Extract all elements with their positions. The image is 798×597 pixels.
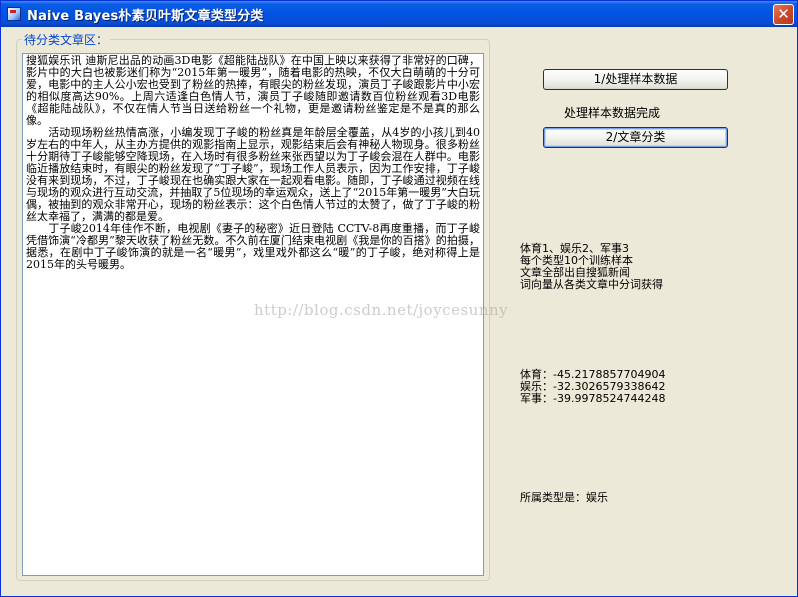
score-line-military: 军事：-39.9978524744248	[520, 392, 666, 405]
window-title: Naive Bayes朴素贝叶斯文章类型分类	[27, 9, 264, 24]
result-label: 所属类型是：娱乐	[520, 491, 608, 504]
scores-label: 体育：-45.2178857704904 娱乐：-32.302657933864…	[520, 369, 665, 405]
article-paragraph: 活动现场粉丝热情高涨，小编发现丁子峻的粉丝真是年龄层全覆盖，从4岁的小孩儿到40…	[26, 126, 480, 223]
close-button[interactable]: ✕	[773, 4, 794, 25]
title-bar[interactable]: Naive Bayes朴素贝叶斯文章类型分类 ✕	[1, 1, 797, 27]
info-line: 词向量从各类文章中分词获得	[520, 278, 663, 291]
article-paragraph: 搜狐娱乐讯 迪斯尼出品的动画3D电影《超能陆战队》在中国上映以来获得了非常好的口…	[26, 54, 480, 127]
classify-article-button[interactable]: 2/文章分类	[543, 127, 728, 148]
process-samples-button[interactable]: 1/处理样本数据	[543, 69, 728, 90]
main-window: Naive Bayes朴素贝叶斯文章类型分类 ✕ 待分类文章区： 搜狐娱乐讯 迪…	[0, 0, 798, 597]
article-group-label: 待分类文章区：	[22, 31, 111, 48]
info-label: 体育1、娱乐2、军事3 每个类型10个训练样本 文章全部出自搜狐新闻 词向量从各…	[520, 243, 663, 291]
app-icon	[7, 7, 21, 21]
process-status-label: 处理样本数据完成	[564, 106, 661, 120]
article-paragraph: 丁子峻2014年佳作不断，电视剧《妻子的秘密》近日登陆 CCTV-8再度重播，而…	[26, 222, 480, 271]
watermark: http://blog.csdn.net/joycesunny	[254, 301, 509, 319]
